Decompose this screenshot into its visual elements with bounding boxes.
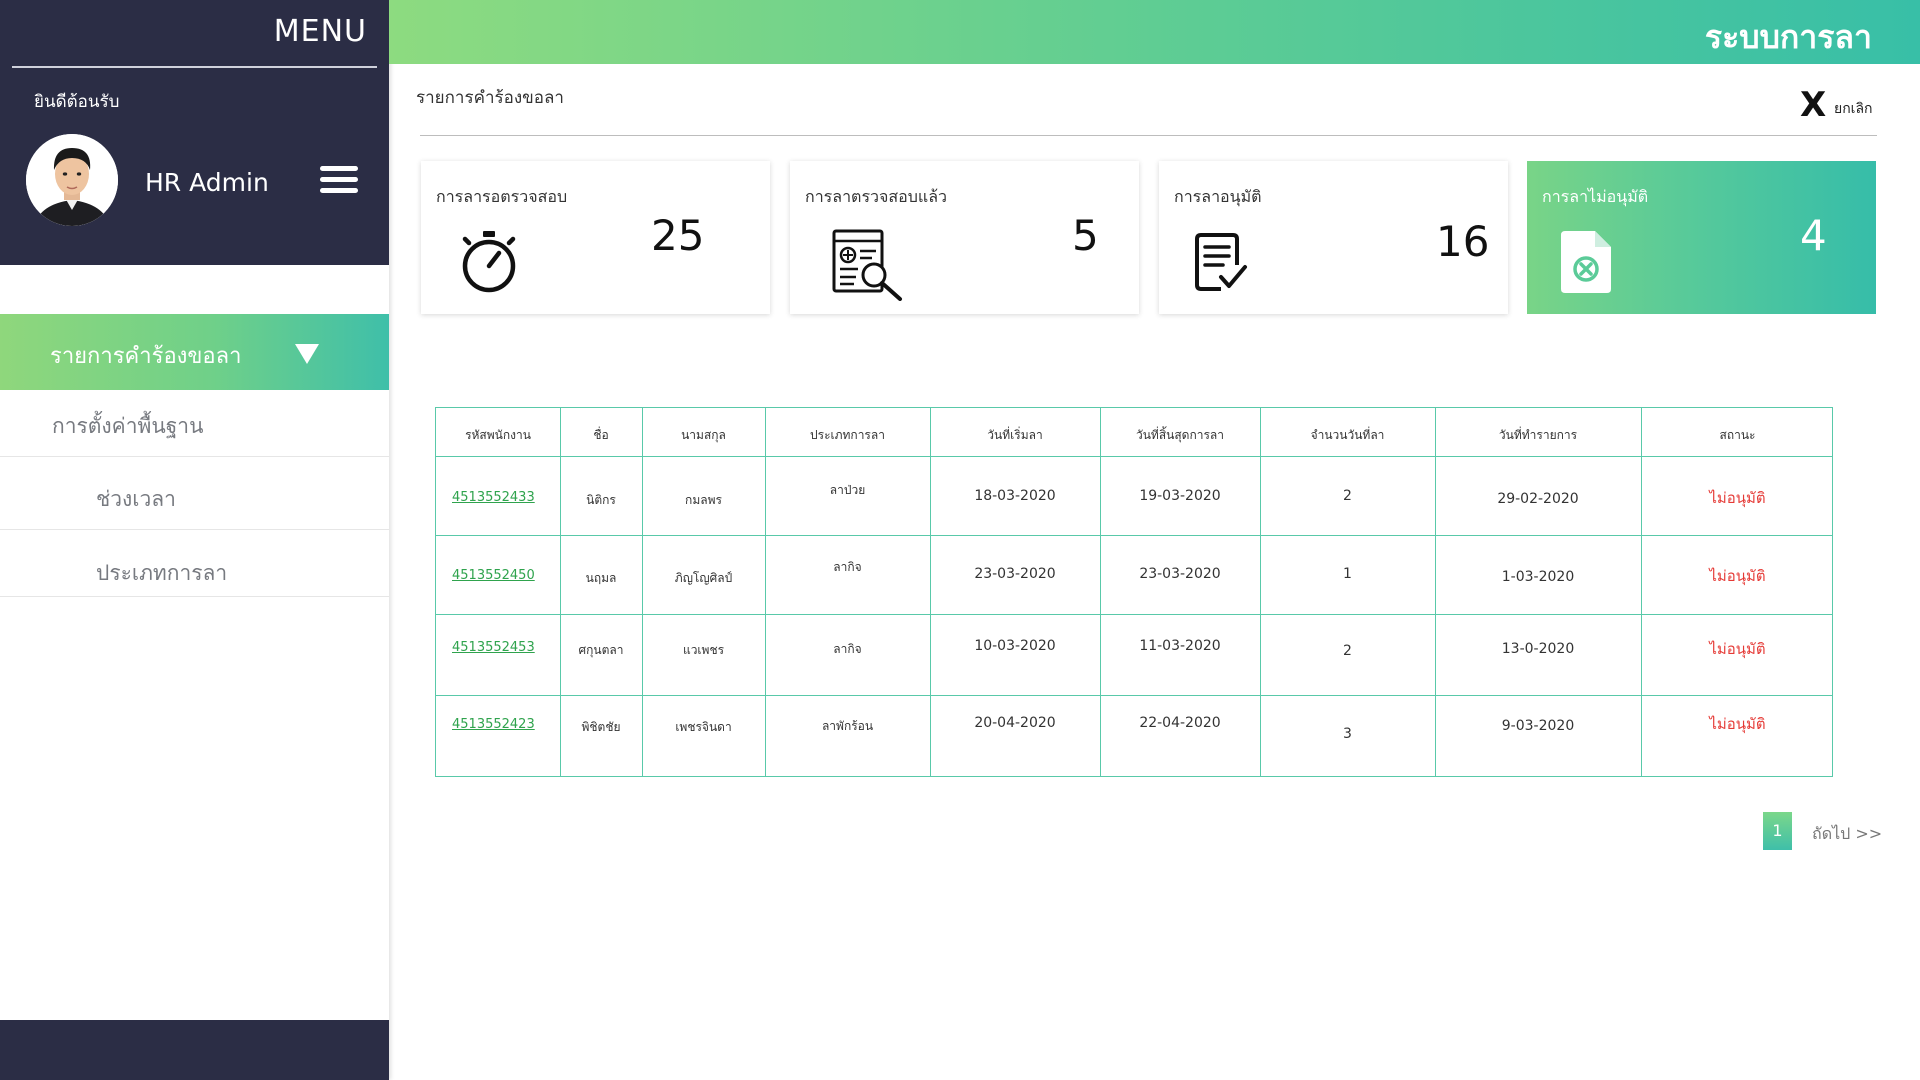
next-page-link[interactable]: ถัดไป >> — [1812, 822, 1882, 847]
card-value: 16 — [1436, 217, 1490, 266]
card-value: 5 — [1072, 211, 1099, 260]
cell-last-name: กมลพร — [685, 493, 722, 507]
sidebar-footer — [0, 1020, 389, 1080]
cell-end-date: 23-03-2020 — [1139, 566, 1221, 582]
menu-title: MENU — [273, 14, 367, 49]
cell-leave-type: ลาป่วย — [829, 483, 866, 497]
cell-end-date: 19-03-2020 — [1139, 488, 1221, 504]
cell-start-date: 18-03-2020 — [974, 488, 1056, 504]
cell-days: 2 — [1343, 488, 1352, 504]
cancel-label: ยกเลิก — [1834, 101, 1873, 117]
cell-first-name: นฤมล — [585, 571, 617, 585]
cell-created-date: 29-02-2020 — [1497, 491, 1579, 507]
sidebar-header: MENU ยินดีต้อนรับ HR Admin — [0, 0, 389, 265]
card-pending[interactable]: การลารอตรวจสอบ 25 — [421, 161, 770, 314]
welcome-text: ยินดีต้อนรับ — [34, 92, 120, 112]
close-icon: X — [1800, 85, 1827, 125]
sidebar-item-basic-settings[interactable]: การตั้งค่าพื้นฐาน — [0, 390, 389, 457]
cell-created-date: 9-03-2020 — [1501, 718, 1575, 734]
column-header: วันที่สิ้นสุดการลา — [1135, 428, 1225, 442]
card-approved[interactable]: การลาอนุมัติ 16 — [1159, 161, 1508, 314]
card-label: การลารอตรวจสอบ — [436, 187, 568, 206]
sidebar-item-label: ประเภทการลา — [96, 561, 228, 585]
cell-last-name: เพชรจินดา — [675, 720, 732, 734]
cell-leave-type: ลากิจ — [833, 642, 862, 656]
sidebar-item-period[interactable]: ช่วงเวลา — [0, 457, 389, 530]
column-header: จำนวนวันที่ลา — [1310, 428, 1385, 442]
cancel-button[interactable]: X ยกเลิก — [1800, 88, 1880, 124]
cell-start-date: 20-04-2020 — [974, 715, 1056, 731]
leave-requests-table: รหัสพนักงาน ชื่อ นามสกุล ประเภทการลา วัน… — [435, 407, 1833, 777]
cell-last-name: ภิญโญศิลป์ — [674, 571, 733, 585]
card-label: การลาตรวจสอบแล้ว — [805, 187, 948, 206]
employee-id-link[interactable]: 4513552450 — [452, 568, 535, 583]
employee-id-link[interactable]: 4513552423 — [452, 717, 535, 732]
header-divider — [420, 135, 1877, 136]
card-label: การลาอนุมัติ — [1174, 187, 1262, 206]
status-badge: ไม่อนุมัติ — [1709, 715, 1766, 733]
employee-id-link[interactable]: 4513552433 — [452, 490, 535, 505]
column-header: วันที่ทำรายการ — [1498, 428, 1578, 442]
status-badge: ไม่อนุมัติ — [1709, 489, 1766, 507]
sidebar-item-label: การตั้งค่าพื้นฐาน — [52, 414, 204, 438]
cell-end-date: 11-03-2020 — [1139, 638, 1221, 654]
top-bar: ระบบการลา — [389, 0, 1920, 64]
cell-first-name: ศกุนตลา — [578, 643, 624, 657]
cell-last-name: แวเพชร — [682, 643, 725, 657]
column-header: ชื่อ — [593, 428, 609, 442]
cell-start-date: 23-03-2020 — [974, 566, 1056, 582]
menu-divider — [12, 66, 377, 68]
cell-start-date: 10-03-2020 — [974, 638, 1056, 654]
column-header: รหัสพนักงาน — [465, 428, 531, 442]
card-not-approved[interactable]: การลาไม่อนุมัติ 4 — [1527, 161, 1876, 314]
cell-leave-type: ลากิจ — [833, 560, 862, 574]
cell-first-name: พิชิตชัย — [581, 720, 621, 734]
cell-leave-type: ลาพักร้อน — [821, 719, 874, 733]
cell-days: 3 — [1343, 726, 1352, 742]
card-value: 25 — [651, 211, 705, 260]
status-badge: ไม่อนุมัติ — [1709, 640, 1766, 658]
cell-created-date: 13-0-2020 — [1501, 641, 1575, 657]
cell-days: 2 — [1343, 643, 1352, 659]
sidebar-item-label: ช่วงเวลา — [96, 487, 176, 511]
page-button-current[interactable]: 1 — [1763, 812, 1792, 850]
card-label: การลาไม่อนุมัติ — [1542, 187, 1649, 206]
hamburger-menu-icon[interactable] — [320, 166, 358, 194]
column-header: นามสกุล — [681, 428, 726, 442]
cell-created-date: 1-03-2020 — [1501, 569, 1575, 585]
stopwatch-icon — [459, 229, 519, 297]
column-header: สถานะ — [1719, 428, 1756, 442]
file-reject-icon — [1559, 229, 1613, 299]
employee-id-link[interactable]: 4513552453 — [452, 640, 535, 655]
column-header: วันที่เริ่มลา — [987, 428, 1043, 442]
sidebar-item-leave-requests[interactable]: รายการคำร้องขอลา — [0, 314, 389, 390]
cell-days: 1 — [1343, 566, 1352, 582]
user-name: HR Admin — [145, 168, 269, 197]
sidebar: MENU ยินดีต้อนรับ HR Admin รายการคำร้องข… — [0, 0, 389, 1080]
status-badge: ไม่อนุมัติ — [1709, 567, 1766, 585]
cell-first-name: นิติกร — [586, 493, 616, 507]
column-header: ประเภทการลา — [810, 428, 885, 442]
card-value: 4 — [1800, 211, 1827, 260]
document-check-icon — [1193, 231, 1249, 297]
sidebar-item-leave-type[interactable]: ประเภทการลา — [0, 530, 389, 597]
avatar — [26, 134, 118, 226]
page-title: รายการคำร้องขอลา — [416, 88, 564, 108]
document-search-icon — [832, 229, 906, 305]
cell-end-date: 22-04-2020 — [1139, 715, 1221, 731]
card-reviewed[interactable]: การลาตรวจสอบแล้ว 5 — [790, 161, 1139, 314]
sidebar-item-label: รายการคำร้องขอลา — [50, 344, 242, 369]
system-title: ระบบการลา — [1704, 18, 1872, 56]
caret-down-icon — [295, 344, 319, 364]
